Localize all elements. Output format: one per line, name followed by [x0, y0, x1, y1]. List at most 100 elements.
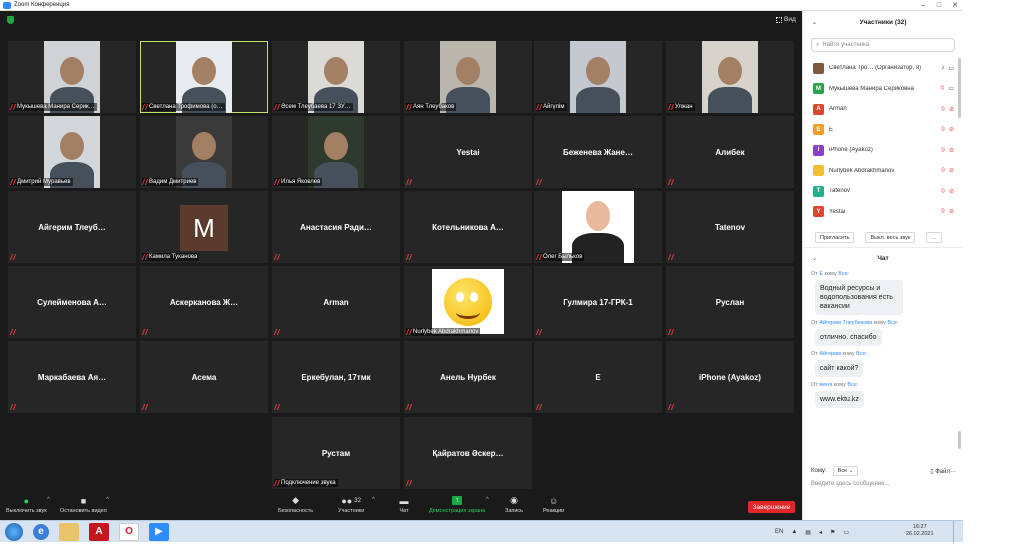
close-button[interactable]: ✕	[947, 0, 963, 11]
language-indicator[interactable]: EN	[775, 529, 783, 535]
sender-name[interactable]: меня	[819, 382, 832, 388]
internet-explorer-icon[interactable]: e	[33, 523, 49, 540]
video-tile[interactable]: Қайратов Әскер…	[404, 417, 532, 489]
video-tile[interactable]: Асема	[140, 341, 268, 413]
sender-name[interactable]: Айгерим	[819, 351, 841, 357]
video-tile[interactable]: Светлана Трофимова (о…	[140, 41, 268, 113]
file-button[interactable]: ▯ Файл	[930, 468, 950, 475]
video-tile[interactable]: M Камила Туканова	[140, 191, 268, 263]
record-button[interactable]: ◉ Запись	[505, 495, 523, 514]
video-tile[interactable]: Рустам Подключение звука	[272, 417, 400, 489]
video-tile[interactable]: Arman	[272, 266, 400, 338]
audio-options-caret-icon[interactable]: ^	[47, 497, 50, 503]
chat-more-button[interactable]: …	[950, 468, 956, 474]
person-silhouette	[718, 57, 742, 85]
clock[interactable]: 16:27 26.02.2021	[906, 524, 934, 538]
participant-row[interactable]: Nurlybek Abdrakhmanov ⦸ ⊘	[803, 161, 963, 182]
mute-button[interactable]: ● Выключить звук	[6, 496, 47, 515]
zoom-taskbar-icon[interactable]: ▶	[149, 522, 169, 541]
mute-all-button[interactable]: Выкл. весь звук	[865, 232, 916, 243]
participant-name: Рустам	[321, 449, 351, 458]
video-tile[interactable]: Аскерканова Ж…	[140, 266, 268, 338]
participant-row[interactable]: Светлана Тро… (Организатор, я) ♪ ▭	[803, 58, 963, 79]
participants-button[interactable]: ●● 32 Участники	[338, 496, 364, 515]
participant-label-text: Вадим Дмитриев	[149, 179, 197, 185]
participant-row[interactable]: A Arman ⦸ ⊘	[803, 99, 963, 120]
sender-name[interactable]: Айгерим Тлеубекова	[819, 320, 872, 326]
video-tile[interactable]: Улжан	[666, 41, 794, 113]
chat-collapse-chevron-icon[interactable]: ⌄	[812, 255, 817, 262]
encryption-shield-icon[interactable]	[7, 16, 14, 24]
participant-search-input[interactable]: ⌕ Найти участника	[811, 38, 955, 52]
share-screen-button[interactable]: ↑ Демонстрация экрана	[429, 496, 485, 514]
video-options-caret-icon[interactable]: ^	[106, 497, 109, 503]
participant-row[interactable]: Y Yestai ⦸ ⊘	[803, 202, 963, 223]
video-tile[interactable]: Вадим Дмитриев	[140, 116, 268, 188]
meta-suffix: :	[847, 271, 850, 277]
chat-button[interactable]: ▬ Чат	[399, 496, 409, 515]
participant-row-name: Мукышева Манира Сериковна	[829, 85, 914, 92]
security-button[interactable]: ◆ Безопасность	[278, 495, 313, 514]
video-tile[interactable]: Руслан	[666, 266, 794, 338]
video-feed	[570, 41, 626, 113]
flag-icon[interactable]: ⚑	[830, 529, 835, 536]
video-tile[interactable]: Гулмира 17-ГРК-1	[534, 266, 662, 338]
collapse-chevron-icon[interactable]: ⌄	[812, 19, 817, 26]
battery-icon[interactable]: ▭	[843, 529, 849, 536]
tray-arrow-icon[interactable]: ▲	[791, 529, 797, 535]
participants-scrollbar[interactable]	[958, 58, 961, 118]
video-tile[interactable]: E	[534, 341, 662, 413]
muted-mic-icon	[406, 104, 413, 110]
video-tile[interactable]: Сулейменова А…	[8, 266, 136, 338]
maximize-button[interactable]: □	[931, 0, 947, 11]
video-tile[interactable]: Алибек	[666, 116, 794, 188]
video-tile[interactable]: Еркебулан, 17тмк	[272, 341, 400, 413]
minimize-button[interactable]: –	[915, 0, 931, 11]
share-caret-icon[interactable]: ^	[486, 497, 489, 503]
reactions-button[interactable]: ☺ Реакции	[543, 496, 564, 515]
video-tile[interactable]: Nurlybek Abdrakhmanov	[404, 266, 532, 338]
video-tile[interactable]: Анастасия Ради…	[272, 191, 400, 263]
participant-row[interactable]: E E ⦸ ⊘	[803, 120, 963, 141]
recipient-select[interactable]: Все ⌄	[832, 466, 859, 476]
pdf-reader-icon[interactable]: A	[89, 522, 109, 541]
participant-name: Tatenov	[714, 223, 746, 232]
video-tile[interactable]: iPhone (Ayakoz)	[666, 341, 794, 413]
video-tile[interactable]: Илья Яковлев	[272, 116, 400, 188]
video-tile[interactable]: Айгүлім	[534, 41, 662, 113]
view-button[interactable]: Вид	[776, 16, 796, 23]
show-desktop-button[interactable]	[953, 521, 963, 543]
window-title: Zoom Конференция	[14, 2, 70, 8]
chat-scrollbar[interactable]	[958, 431, 961, 449]
video-tile[interactable]: Дмитрий Муравьев	[8, 116, 136, 188]
participant-row[interactable]: M Мукышева Манира Сериковна ⦸ ▭	[803, 79, 963, 100]
participants-caret-icon[interactable]: ^	[372, 497, 375, 503]
video-tile[interactable]: Олег Быльков	[534, 191, 662, 263]
participant-row[interactable]: T Tatenov ⦸ ⊘	[803, 181, 963, 202]
participant-name: Айгерим Тлеуб…	[38, 223, 106, 232]
participant-row[interactable]: AАйгерим Тлеубекова⦸⊘	[803, 222, 963, 226]
start-button[interactable]	[5, 522, 23, 541]
video-tile[interactable]: Tatenov	[666, 191, 794, 263]
chat-input[interactable]: Введите здесь сообщение...	[811, 481, 890, 487]
network-icon[interactable]: ▤	[805, 529, 811, 536]
video-button[interactable]: ■ Остановить видео	[60, 496, 107, 515]
invite-button[interactable]: Пригласить	[815, 232, 855, 243]
participant-row[interactable]: IiPhone (Ayakoz) ⦸ ⊘	[803, 140, 963, 161]
video-tile[interactable]: Анель Нурбек	[404, 341, 532, 413]
volume-icon[interactable]: ◂	[819, 529, 822, 536]
video-tile[interactable]: Әсем Тлеубаева 17 ЗУ…	[272, 41, 400, 113]
video-tile[interactable]: Маркабаева Ая…	[8, 341, 136, 413]
end-meeting-button[interactable]: Завершение	[748, 501, 795, 513]
file-explorer-icon[interactable]	[59, 522, 79, 541]
participant-avatar: I	[813, 144, 824, 156]
participant-label: Олег Быльков	[536, 253, 585, 261]
more-options-button[interactable]: …	[926, 232, 942, 243]
video-tile[interactable]: Айгерим Тлеуб…	[8, 191, 136, 263]
video-tile[interactable]: Аян Тлеубаков	[404, 41, 532, 113]
video-tile[interactable]: Мукышева Манира Серик…	[8, 41, 136, 113]
opera-icon[interactable]: O	[119, 522, 139, 541]
video-tile[interactable]: Котельникова А…	[404, 191, 532, 263]
video-tile[interactable]: Беженева Жане…	[534, 116, 662, 188]
video-tile[interactable]: Yestai	[404, 116, 532, 188]
